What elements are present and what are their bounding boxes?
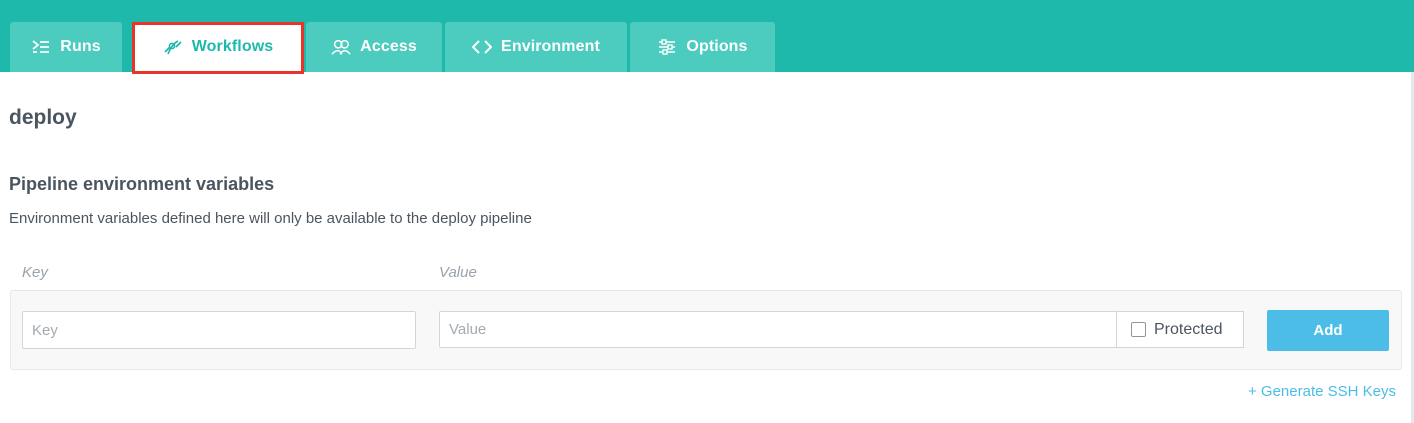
key-column-label: Key bbox=[22, 264, 48, 281]
value-column-label: Value bbox=[439, 264, 477, 281]
sliders-icon bbox=[657, 37, 677, 57]
tab-label: Environment bbox=[501, 38, 600, 55]
runs-icon bbox=[31, 37, 51, 57]
code-brackets-icon bbox=[472, 37, 493, 57]
tab-workflows[interactable]: Workflows bbox=[135, 22, 301, 72]
protected-checkbox[interactable] bbox=[1131, 322, 1146, 337]
add-button[interactable]: Add bbox=[1267, 310, 1389, 351]
page-title: deploy bbox=[9, 106, 77, 129]
top-nav-bar: Runs Workflows Access Environment Option… bbox=[0, 0, 1414, 74]
tab-options[interactable]: Options bbox=[630, 22, 775, 72]
users-icon bbox=[331, 37, 351, 57]
tab-label: Options bbox=[686, 38, 748, 55]
protected-label: Protected bbox=[1154, 320, 1223, 338]
tab-environment[interactable]: Environment bbox=[445, 22, 627, 72]
tab-label: Access bbox=[360, 38, 417, 55]
key-input[interactable] bbox=[22, 311, 416, 349]
tab-label: Runs bbox=[60, 38, 101, 55]
section-description: Environment variables defined here will … bbox=[9, 210, 532, 227]
protected-toggle[interactable]: Protected bbox=[1116, 311, 1244, 348]
value-input[interactable] bbox=[439, 311, 1117, 348]
workflow-icon bbox=[163, 37, 183, 57]
tab-runs[interactable]: Runs bbox=[10, 22, 122, 72]
tab-label: Workflows bbox=[191, 38, 274, 55]
tab-access[interactable]: Access bbox=[306, 22, 442, 72]
generate-ssh-keys-link[interactable]: + Generate SSH Keys bbox=[1248, 383, 1396, 400]
section-title: Pipeline environment variables bbox=[9, 174, 275, 194]
